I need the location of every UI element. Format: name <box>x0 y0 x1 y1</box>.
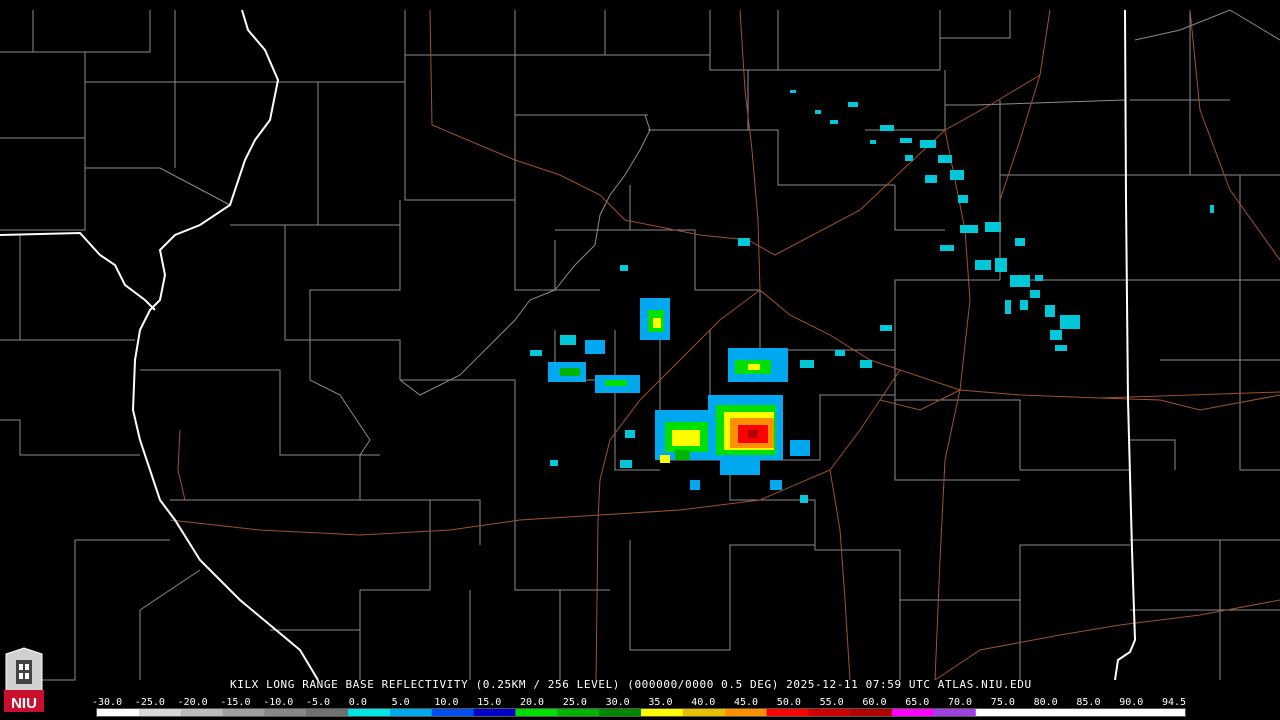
scale-segment <box>431 709 475 716</box>
scale-label: 70.0 <box>948 697 973 708</box>
scale-label: 65.0 <box>905 697 930 708</box>
scale-segment <box>348 709 391 716</box>
radar-map <box>0 9 1280 681</box>
scale-label: 94.5 <box>1162 697 1187 708</box>
scale-segment <box>138 709 182 716</box>
echo-cluster-northeast <box>738 90 1214 351</box>
scale-label: -30.0 <box>92 697 123 708</box>
scale-label: 90.0 <box>1119 697 1144 708</box>
scale-segment <box>1059 709 1102 716</box>
scale-label: 85.0 <box>1076 697 1101 708</box>
scale-label: 40.0 <box>691 697 716 708</box>
scale-segment <box>97 709 140 716</box>
scale-label: 75.0 <box>990 697 1015 708</box>
scale-segment <box>264 709 307 716</box>
scale-segment <box>724 709 768 716</box>
scale-segment <box>180 709 224 716</box>
scale-segment <box>473 709 516 716</box>
scale-segment <box>933 709 977 716</box>
scale-segment <box>515 709 558 716</box>
scale-label: 80.0 <box>1033 697 1058 708</box>
scale-label: 15.0 <box>477 697 502 708</box>
logo-text: NIU <box>11 695 37 712</box>
scale-label: -20.0 <box>177 697 208 708</box>
scale-label: -15.0 <box>220 697 251 708</box>
scale-label: 50.0 <box>776 697 801 708</box>
scale-label: 25.0 <box>562 697 587 708</box>
scale-label: 0.0 <box>348 697 367 708</box>
scale-label: 5.0 <box>391 697 410 708</box>
county-boundaries <box>0 9 1280 681</box>
scale-segment <box>599 709 642 716</box>
scale-segment <box>1143 709 1185 716</box>
color-scale-bar <box>96 708 1186 717</box>
scale-label: -10.0 <box>263 697 294 708</box>
scale-segment <box>766 709 809 716</box>
scale-segment <box>682 709 726 716</box>
scale-segment <box>1017 709 1060 716</box>
scale-segment <box>641 709 684 716</box>
scale-label: 30.0 <box>605 697 630 708</box>
scale-label: 45.0 <box>734 697 759 708</box>
scale-segment <box>306 709 349 716</box>
scale-label: 60.0 <box>862 697 887 708</box>
scale-label: -25.0 <box>134 697 165 708</box>
scale-segment <box>222 709 265 716</box>
scale-label: -5.0 <box>306 697 331 708</box>
radar-echoes <box>530 90 1214 503</box>
scale-segment <box>808 709 851 716</box>
scale-segment <box>557 709 600 716</box>
niu-logo: NIU <box>2 646 46 716</box>
scale-label: 20.0 <box>520 697 545 708</box>
scale-segment <box>975 709 1019 716</box>
echo-cluster-center <box>530 265 892 503</box>
highway-routes <box>169 9 1280 681</box>
scale-segment <box>850 709 893 716</box>
scale-segment <box>389 709 433 716</box>
scale-label: 35.0 <box>648 697 673 708</box>
scale-segment <box>892 709 935 716</box>
radar-title: KILX LONG RANGE BASE REFLECTIVITY (0.25K… <box>230 678 1032 691</box>
scale-label: 55.0 <box>819 697 844 708</box>
scale-label: 10.0 <box>434 697 459 708</box>
scale-segment <box>1101 709 1144 716</box>
